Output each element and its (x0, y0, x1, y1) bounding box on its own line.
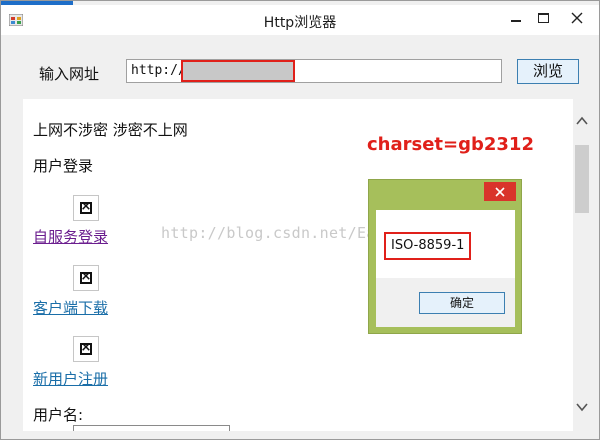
scroll-down-icon[interactable] (575, 399, 589, 415)
browser-window: Http浏览器 输入网址 http:// 浏览 上网不涉密 涉密不上网 用户登录… (0, 0, 600, 440)
login-heading: 用户登录 (33, 157, 94, 175)
dialog-body: ISO-8859-1 确定 (376, 210, 515, 327)
browse-button[interactable]: 浏览 (517, 59, 579, 84)
url-redaction-box (181, 60, 295, 82)
link-new-user-register[interactable]: 新用户注册 (33, 368, 108, 389)
dialog-message: ISO-8859-1 (384, 232, 472, 260)
vertical-scrollbar[interactable] (573, 99, 591, 431)
close-icon[interactable] (559, 7, 595, 29)
broken-image-icon (73, 336, 99, 362)
dialog-message-area: ISO-8859-1 (376, 210, 515, 278)
dialog-ok-button[interactable]: 确定 (419, 292, 505, 314)
url-label: 输入网址 (39, 65, 100, 83)
minimize-icon[interactable] (501, 7, 529, 29)
username-label: 用户名: (33, 406, 84, 424)
scroll-thumb[interactable] (575, 145, 589, 213)
message-dialog: ISO-8859-1 确定 (368, 179, 522, 334)
charset-annotation: charset=gb2312 (367, 134, 534, 155)
maximize-icon[interactable] (529, 7, 557, 29)
broken-image-icon (73, 265, 99, 291)
link-self-service-login[interactable]: 自服务登录 (33, 226, 108, 247)
broken-image-icon (73, 195, 99, 221)
dialog-close-icon[interactable] (484, 182, 516, 201)
username-input[interactable] (73, 425, 230, 431)
link-client-download[interactable]: 客户端下载 (33, 297, 108, 318)
slogan-text: 上网不涉密 涉密不上网 (33, 121, 188, 139)
title-bar[interactable]: Http浏览器 (1, 5, 599, 35)
scroll-up-icon[interactable] (575, 113, 589, 129)
